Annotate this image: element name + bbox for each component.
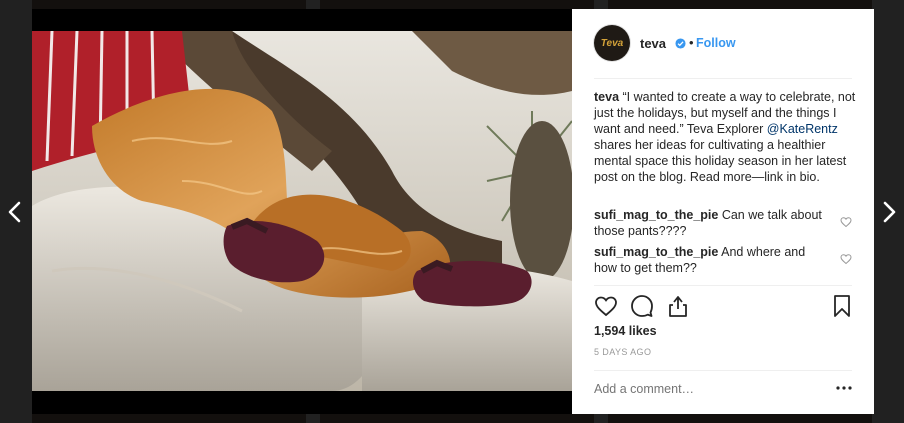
- comment-bubble-icon[interactable]: [630, 294, 654, 318]
- comments-divider: [594, 285, 852, 286]
- header-username[interactable]: teva: [640, 36, 666, 51]
- teva-logo: Teva: [600, 37, 624, 49]
- comment-box-divider: [594, 370, 852, 371]
- caption-username[interactable]: teva: [594, 90, 619, 104]
- post-photo: [32, 31, 572, 391]
- post-actions: [594, 294, 852, 318]
- avatar[interactable]: Teva: [594, 25, 630, 61]
- header-divider: [594, 78, 852, 79]
- comment-item: sufi_mag_to_the_pie Can we talk about th…: [594, 207, 824, 239]
- caption-mention-link[interactable]: @KateRentz: [767, 122, 838, 136]
- bookmark-icon[interactable]: [830, 294, 854, 318]
- comment-username[interactable]: sufi_mag_to_the_pie: [594, 245, 718, 259]
- previous-post-button[interactable]: [2, 198, 26, 226]
- comment-like-icon[interactable]: [840, 253, 852, 265]
- add-comment-input[interactable]: [594, 382, 814, 396]
- post-caption: teva “I wanted to create a way to celebr…: [594, 89, 856, 185]
- next-post-button[interactable]: [878, 198, 902, 226]
- post-timestamp[interactable]: 5 DAYS AGO: [594, 347, 651, 357]
- likes-count[interactable]: 1,594 likes: [594, 324, 657, 338]
- comment-like-icon[interactable]: [840, 216, 852, 228]
- share-icon[interactable]: [666, 294, 690, 318]
- post-image: [32, 31, 572, 391]
- heart-icon[interactable]: [594, 294, 618, 318]
- comment-item: sufi_mag_to_the_pie And where and how to…: [594, 244, 824, 276]
- follow-button[interactable]: Follow: [696, 36, 736, 50]
- comment-username[interactable]: sufi_mag_to_the_pie: [594, 208, 718, 222]
- verified-badge-icon: [675, 38, 686, 49]
- chevron-left-icon: [8, 201, 21, 223]
- post-modal: Teva teva • Follow teva “I wanted to cre…: [32, 9, 874, 414]
- separator-dot: •: [689, 35, 694, 50]
- caption-text: shares her ideas for cultivating a healt…: [594, 138, 847, 184]
- post-header: Teva teva • Follow: [572, 9, 874, 77]
- chevron-right-icon: [883, 201, 896, 223]
- post-details-panel: Teva teva • Follow teva “I wanted to cre…: [572, 9, 874, 414]
- more-options-icon[interactable]: [834, 379, 854, 395]
